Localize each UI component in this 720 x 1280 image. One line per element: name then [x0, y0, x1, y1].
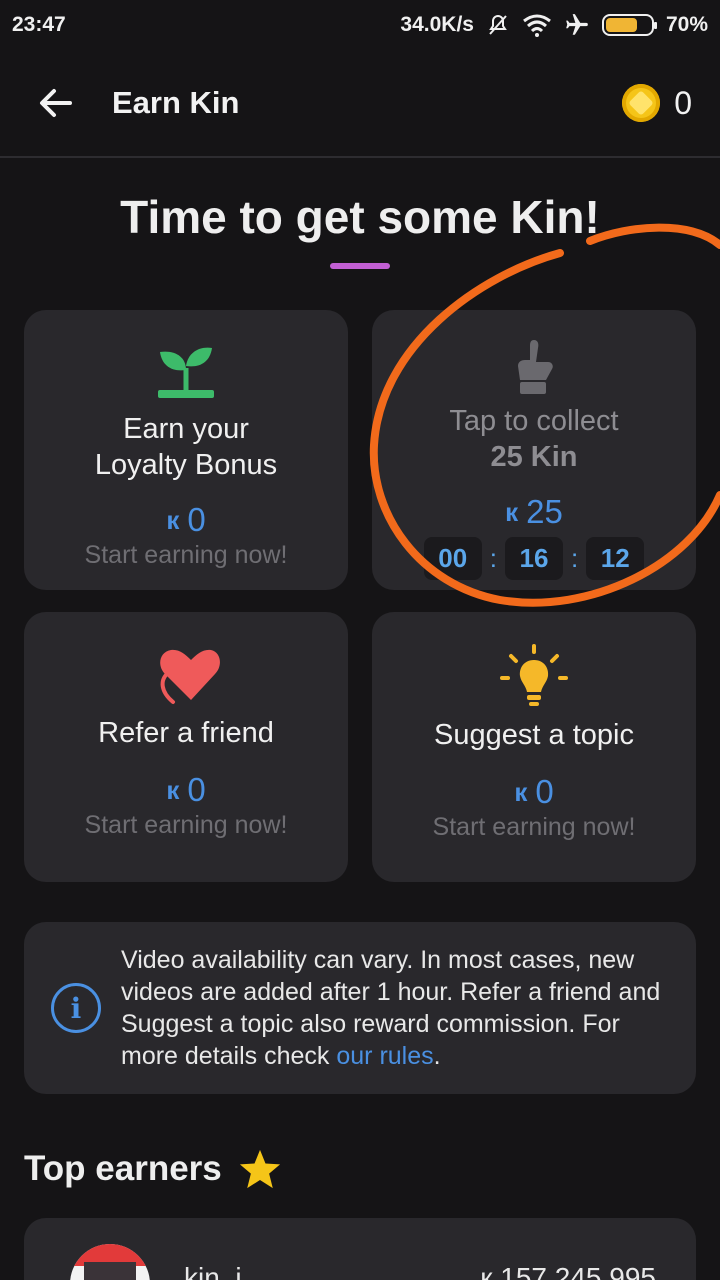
arrow-left-icon — [40, 89, 72, 117]
timer-seconds: 12 — [586, 537, 645, 580]
kin-symbol: к — [166, 504, 180, 535]
info-text: Video availability can vary. In most cas… — [121, 944, 696, 1072]
collect-title-line1: Tap to collect — [449, 405, 619, 437]
refer-amount: к 0 — [24, 771, 348, 809]
loyalty-subtitle: Start earning now! — [84, 541, 288, 569]
headline: Time to get some Kin! — [120, 191, 600, 243]
refer-title: Refer a friend — [98, 717, 274, 749]
loyalty-title-line1: Earn your — [123, 413, 249, 445]
loyalty-bonus-card[interactable]: Earn your Loyalty Bonus к 0 Start earnin… — [24, 310, 348, 590]
rules-link[interactable]: our rules — [336, 1042, 433, 1070]
kin-balance[interactable]: 0 — [622, 84, 720, 122]
info-box: i Video availability can vary. In most c… — [24, 922, 696, 1094]
suggest-amount-value: 0 — [535, 773, 554, 810]
status-bar: 23:47 34.0K/s 70% — [0, 0, 720, 50]
back-button[interactable] — [0, 49, 112, 157]
kin-coin-icon — [622, 84, 661, 122]
suggest-title: Suggest a topic — [434, 719, 634, 751]
tap-to-collect-card[interactable]: Tap to collect 25 Kin к 25 00 : 16 : 12 — [372, 310, 696, 590]
loyalty-amount: к 0 — [24, 501, 348, 539]
countdown-timer: 00 : 16 : 12 — [372, 537, 696, 580]
top-earners-title: Top earners — [24, 1149, 222, 1188]
battery-percent: 70% — [665, 13, 708, 36]
earner-name: kin_i... — [184, 1262, 265, 1280]
suggest-topic-card[interactable]: Suggest a topic к 0 Start earning now! — [372, 612, 696, 882]
loyalty-amount-value: 0 — [187, 501, 206, 538]
suggest-amount: к 0 — [372, 773, 696, 811]
refer-subtitle: Start earning now! — [84, 811, 288, 839]
app-bar: Earn Kin 0 — [0, 50, 720, 158]
suggest-subtitle: Start earning now! — [432, 813, 636, 841]
earn-kin-screen: 23:47 34.0K/s 70% Earn Kin 0 Time to get… — [0, 0, 720, 1280]
sprout-icon — [158, 347, 214, 398]
battery-icon — [601, 14, 657, 36]
pointing-hand-icon — [518, 340, 553, 394]
status-time: 23:47 — [12, 13, 66, 36]
info-icon: i — [51, 983, 101, 1033]
mute-icon — [489, 14, 507, 35]
wifi-icon — [523, 14, 551, 37]
collect-amount: к 25 — [372, 493, 696, 531]
lightbulb-icon — [500, 644, 568, 706]
kin-symbol: к — [505, 496, 519, 527]
kin-symbol: к — [166, 774, 180, 805]
refer-friend-card[interactable]: Refer a friend к 0 Start earning now! — [24, 612, 348, 882]
airplane-icon — [566, 14, 588, 35]
collect-title-line2: 25 Kin — [490, 441, 578, 473]
star-icon — [239, 1149, 280, 1189]
balance-value: 0 — [674, 84, 692, 121]
collect-amount-value: 25 — [526, 493, 563, 530]
timer-minutes: 16 — [505, 537, 563, 580]
refer-amount-value: 0 — [187, 771, 206, 808]
page-title: Earn Kin — [112, 85, 240, 120]
network-speed: 34.0K/s — [400, 13, 474, 36]
top-earner-row[interactable]: kin_i... к 157,245,995 — [24, 1218, 696, 1280]
top-earners-heading: Top earners — [24, 1148, 282, 1190]
status-indicators: 34.0K/s 70% — [400, 12, 708, 38]
info-suffix: . — [433, 1042, 441, 1070]
heart-icon — [160, 649, 220, 704]
loyalty-title-line2: Loyalty Bonus — [94, 449, 278, 481]
kin-symbol: к — [514, 776, 528, 807]
avatar — [70, 1244, 150, 1280]
earner-amount: к 157,245,995 — [480, 1262, 656, 1280]
headline-underline — [330, 263, 390, 269]
timer-hours: 00 — [423, 537, 482, 580]
